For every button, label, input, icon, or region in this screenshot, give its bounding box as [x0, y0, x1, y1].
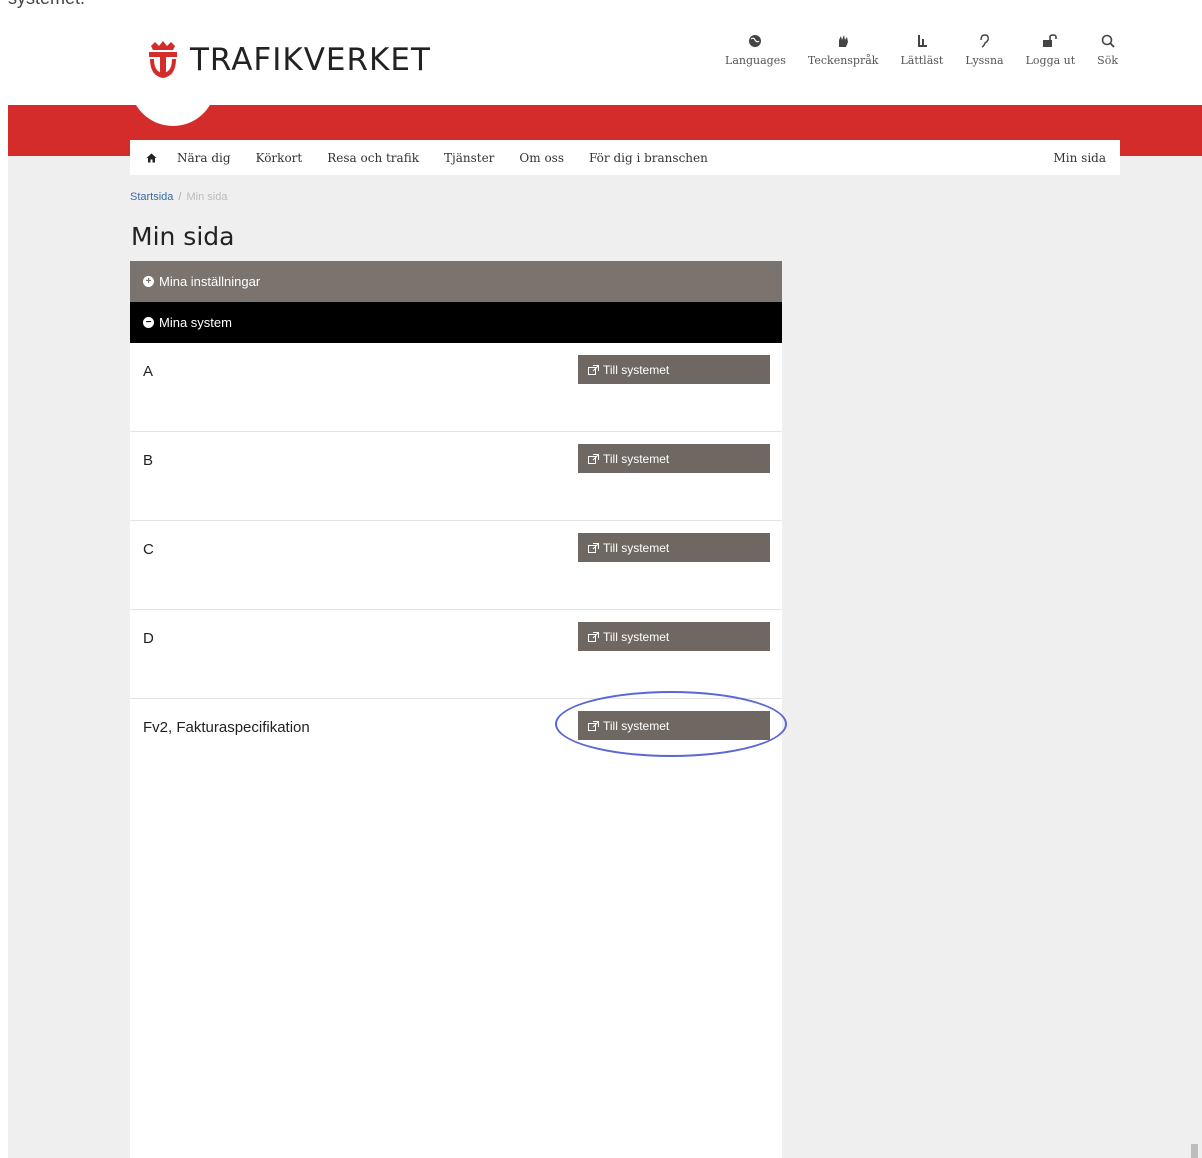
settings-panel-label: Mina inställningar [159, 274, 261, 289]
easy-read-link[interactable]: Lättläst [900, 34, 943, 67]
system-name: Fv2, Fakturaspecifikation [143, 719, 310, 736]
to-system-label: Till systemet [603, 451, 670, 466]
system-row: A Till systemet [130, 343, 782, 432]
nav-item-korkort[interactable]: Körkort [256, 151, 303, 165]
main-nav: Nära dig Körkort Resa och trafik Tjänste… [130, 140, 1120, 175]
sign-language-link[interactable]: Teckenspråk [807, 34, 879, 67]
to-system-button[interactable]: Till systemet [578, 444, 770, 473]
breadcrumb-separator: / [178, 191, 182, 203]
to-system-label: Till systemet [603, 629, 670, 644]
minus-circle-icon: − [143, 317, 154, 328]
to-system-button[interactable]: Till systemet [578, 622, 770, 651]
systems-panel-toggle[interactable]: − Mina system [130, 302, 782, 343]
hand-sign-icon [839, 35, 849, 47]
system-row: D Till systemet [130, 610, 782, 699]
breadcrumb: Startsida / Min sida [130, 191, 227, 203]
system-row: C Till systemet [130, 521, 782, 610]
nav-item-nara-dig[interactable]: Nära dig [177, 151, 231, 165]
browser-page: TRAFIKVERKET Languages Teckenspråk Lättl… [8, 10, 1202, 1158]
nav-item-resa-och-trafik[interactable]: Resa och trafik [327, 151, 419, 165]
to-system-button[interactable]: Till systemet [578, 533, 770, 562]
plus-circle-icon: + [143, 276, 154, 287]
languages-link[interactable]: Languages [725, 34, 786, 67]
ear-icon [980, 34, 990, 48]
logo-text: TRAFIKVERKET [190, 42, 431, 78]
site-logo[interactable]: TRAFIKVERKET [146, 40, 431, 80]
system-row: B Till systemet [130, 432, 782, 521]
page-title: Min sida [131, 222, 235, 251]
globe-icon [749, 35, 762, 47]
external-link-icon [588, 364, 599, 375]
to-system-label: Till systemet [603, 362, 670, 377]
system-name: D [143, 630, 154, 647]
to-system-label: Till systemet [603, 540, 670, 555]
highlight-annotation [555, 691, 787, 757]
logout-label: Logga ut [1025, 54, 1076, 67]
home-link[interactable] [146, 153, 157, 163]
search-link[interactable]: Sök [1097, 34, 1118, 67]
logout-link[interactable]: Logga ut [1025, 34, 1076, 67]
nav-item-tjanster[interactable]: Tjänster [444, 151, 494, 165]
scrollbar-corner[interactable] [1191, 1144, 1198, 1158]
search-icon [1101, 34, 1115, 48]
system-name: A [143, 363, 154, 380]
system-row-highlighted: Fv2, Fakturaspecifikation Till systemet [130, 691, 787, 787]
system-name: B [143, 452, 154, 469]
languages-label: Languages [725, 54, 786, 67]
settings-panel-toggle[interactable]: + Mina inställningar [130, 261, 782, 302]
nav-item-for-dig-i-branschen[interactable]: För dig i branschen [589, 151, 708, 165]
main-content: + Mina inställningar − Mina system A Til… [130, 261, 787, 1158]
home-icon [146, 153, 157, 162]
trafikverket-logo-icon [149, 41, 177, 78]
breadcrumb-current: Min sida [186, 191, 228, 203]
to-system-button[interactable]: Till systemet [578, 355, 770, 384]
listen-label: Lyssna [965, 54, 1004, 67]
breadcrumb-home-link[interactable]: Startsida [130, 191, 173, 203]
unlock-icon [1043, 34, 1058, 47]
listen-link[interactable]: Lyssna [965, 34, 1004, 67]
site-header: TRAFIKVERKET Languages Teckenspråk Lättl… [8, 10, 1202, 126]
nav-item-min-sida[interactable]: Min sida [1054, 151, 1107, 165]
external-link-icon [588, 631, 599, 642]
external-link-icon [588, 453, 599, 464]
caption-text: systemet. [8, 0, 85, 9]
nav-item-om-oss[interactable]: Om oss [519, 151, 564, 165]
system-name: C [143, 541, 154, 558]
external-link-icon [588, 542, 599, 553]
systems-panel-label: Mina system [159, 315, 232, 330]
sign-language-label: Teckenspråk [807, 54, 879, 67]
search-label: Sök [1097, 54, 1118, 67]
utility-nav: Languages Teckenspråk Lättläst Lyssna Lo… [725, 34, 1118, 67]
easy-read-icon [917, 35, 927, 47]
easy-read-label: Lättläst [900, 54, 944, 67]
